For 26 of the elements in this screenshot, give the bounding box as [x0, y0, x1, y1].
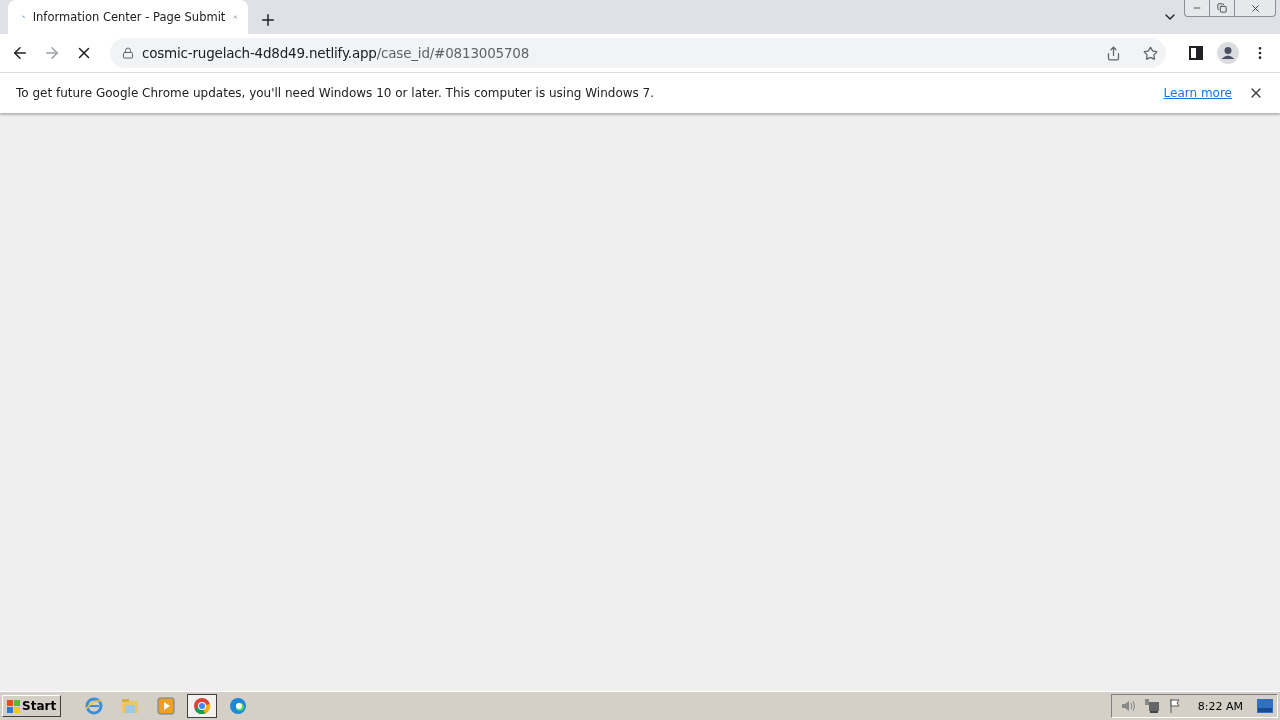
start-button[interactable]: Start: [2, 695, 62, 717]
side-panel-icon[interactable]: [1189, 46, 1203, 60]
infobar-message: To get future Google Chrome updates, you'll need Windows 10 or later. This computer is using Windows 7.: [16, 86, 656, 100]
forward-icon[interactable]: [43, 44, 61, 62]
tab-title: Information Center - Page Submit: [32, 10, 226, 24]
edge-logo-icon: [229, 697, 248, 715]
close-icon: [1249, 2, 1261, 14]
bookmark-star-icon[interactable]: [1143, 45, 1158, 61]
url-text: cosmic-rugelach-4d8d49.netlify.app/case_id/#0813005708: [142, 45, 531, 61]
profile-avatar-icon[interactable]: [1217, 42, 1239, 64]
learn-more-link[interactable]: Learn more: [1163, 86, 1232, 100]
restore-icon: [1217, 3, 1227, 13]
clock-text[interactable]: 8:22 AM: [1197, 699, 1243, 713]
taskbar-app-button[interactable]: [187, 694, 218, 718]
network-icon[interactable]: [1143, 698, 1160, 714]
new-tab-icon[interactable]: [259, 11, 277, 29]
lock-icon: [122, 47, 134, 59]
chrome-logo-icon: [193, 697, 212, 715]
media-player-icon: [157, 697, 176, 715]
browser-tab[interactable]: Information Center - Page Submit: [8, 0, 248, 34]
windows-logo-icon: [7, 699, 20, 713]
folder-icon: [121, 698, 140, 714]
back-icon[interactable]: [11, 44, 29, 62]
browser-e-icon: [85, 697, 104, 715]
share-icon[interactable]: [1106, 45, 1121, 61]
address-bar[interactable]: cosmic-rugelach-4d8d49.netlify.app/case_id/#0813005708: [110, 38, 1166, 68]
